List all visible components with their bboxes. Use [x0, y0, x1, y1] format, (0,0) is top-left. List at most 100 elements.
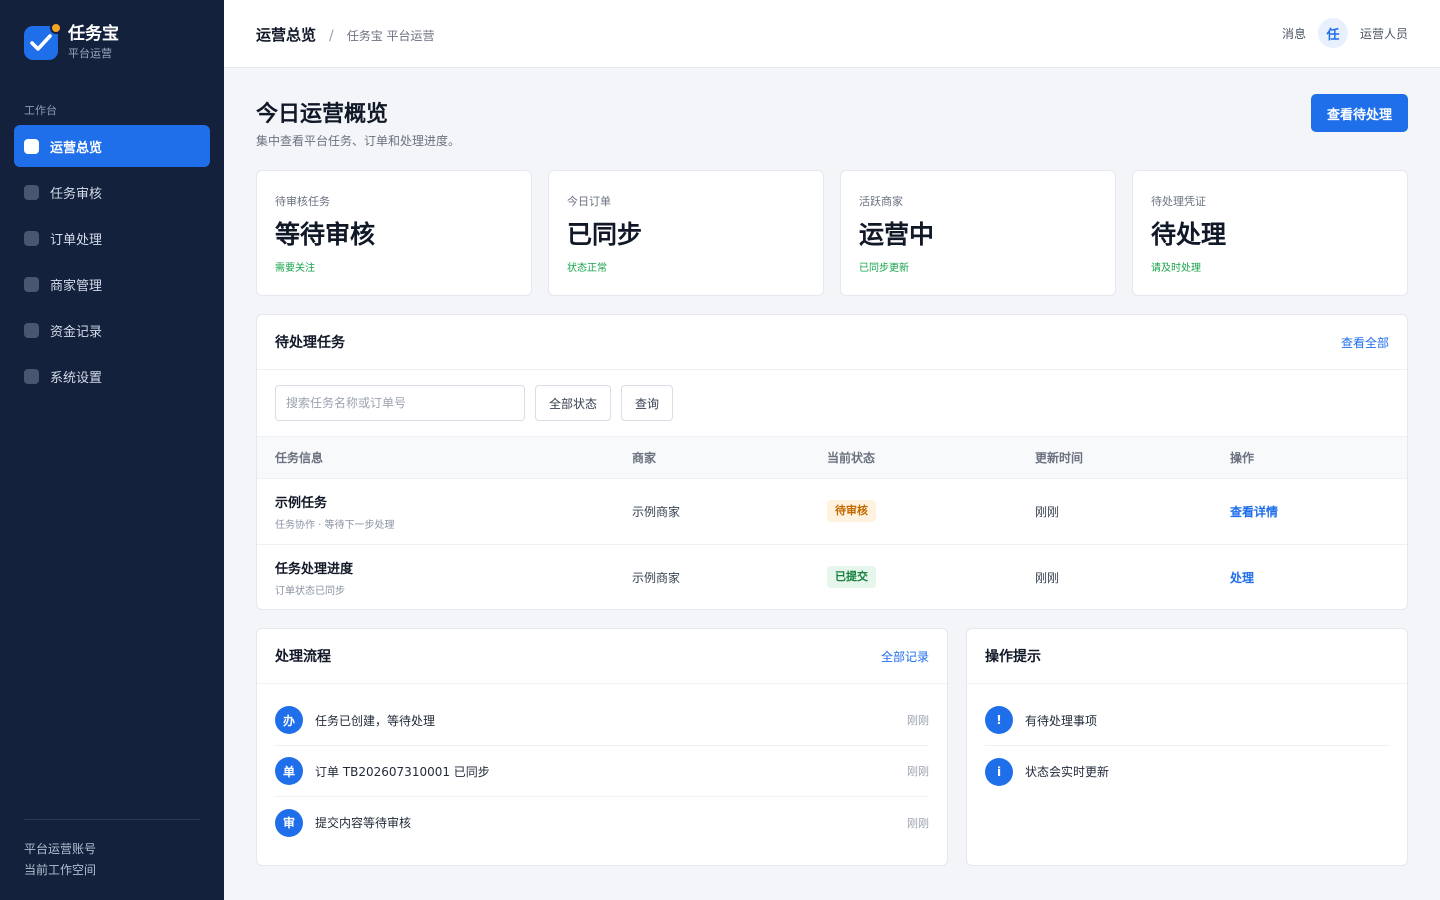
- sidebar-item-funds[interactable]: 资金记录: [14, 309, 210, 351]
- tips-list: ! 有待处理事项 i 状态会实时更新: [967, 684, 1407, 797]
- stat-note: 已同步更新: [859, 263, 909, 274]
- card-header: 操作提示: [967, 629, 1407, 684]
- stat-card-pending-vouchers[interactable]: 待处理凭证 待处理 请及时处理: [1132, 170, 1408, 296]
- info-icon: i: [985, 757, 1013, 786]
- flow-text: 订单 TB202607310001 已同步: [315, 764, 490, 779]
- sidebar-item-label: 系统设置: [50, 370, 103, 386]
- status-badge: 待审核: [827, 500, 876, 522]
- nav-square-icon: [24, 184, 39, 200]
- tasks-table: 任务信息 商家 当前状态 更新时间 操作 示例任务 任务协作 · 等待下一步处理…: [257, 437, 1407, 609]
- stat-note: 需要关注: [275, 263, 315, 274]
- search-input[interactable]: [275, 385, 525, 421]
- stats-row: 待审核任务 等待审核 需要关注 今日订单 已同步 状态正常 活跃商家 运营中 已…: [256, 170, 1408, 296]
- sidebar-section-label: 工作台: [24, 104, 57, 117]
- card-title: 待处理任务: [275, 335, 345, 351]
- sidebar-item-overview[interactable]: 运营总览: [14, 125, 210, 167]
- brand-title: 任务宝: [68, 24, 119, 44]
- sidebar-item-label: 任务审核: [50, 186, 103, 202]
- sidebar-item-label: 资金记录: [50, 324, 103, 340]
- updated-cell: 刚刚: [1035, 570, 1060, 585]
- view-all-link[interactable]: 查看全部: [1341, 334, 1389, 351]
- column-header: 商家: [632, 437, 827, 479]
- sidebar-item-settings[interactable]: 系统设置: [14, 355, 210, 397]
- pending-tasks-card: 待处理任务 查看全部 全部状态 查询 任务信息 商家 当前状态 更新时间 操作: [256, 314, 1408, 610]
- task-description: 任务协作 · 等待下一步处理: [275, 519, 395, 531]
- merchant-cell: 示例商家: [632, 570, 681, 585]
- nav-square-icon: [24, 276, 39, 292]
- flow-text: 任务已创建，等待处理: [315, 713, 436, 728]
- stat-label: 今日订单: [567, 195, 611, 208]
- flow-time: 刚刚: [907, 714, 929, 727]
- task-description: 订单状态已同步: [275, 585, 345, 597]
- sidebar: 任务宝 平台运营 工作台 运营总览 任务审核 订单处理 商家管理 资金记录 系统…: [0, 0, 224, 900]
- flow-list: 办 任务已创建，等待处理 刚刚 单 订单 TB202607310001 已同步 …: [257, 684, 947, 848]
- brand[interactable]: 任务宝 平台运营: [24, 21, 119, 61]
- table-row: 任务处理进度 订单状态已同步 示例商家 已提交 刚刚 处理: [257, 544, 1407, 609]
- task-name: 任务处理进度: [275, 561, 354, 577]
- card-header: 待处理任务 查看全部: [257, 315, 1407, 370]
- operation-tips-card: 操作提示 ! 有待处理事项 i 状态会实时更新: [966, 628, 1408, 866]
- top-header: 运营总览 / 任务宝 平台运营 消息 任 运营人员: [224, 0, 1440, 68]
- updated-cell: 刚刚: [1035, 478, 1230, 545]
- list-item: i 状态会实时更新: [985, 746, 1389, 797]
- table-header-row: 任务信息 商家 当前状态 更新时间 操作: [257, 437, 1407, 479]
- status-filter-button[interactable]: 全部状态: [535, 385, 612, 421]
- tip-text: 状态会实时更新: [1025, 765, 1110, 779]
- list-item: ! 有待处理事项: [985, 684, 1389, 746]
- nav-square-icon: [24, 138, 39, 154]
- sidebar-item-label: 商家管理: [50, 278, 103, 294]
- query-button[interactable]: 查询: [621, 385, 674, 421]
- column-header: 更新时间: [1035, 437, 1230, 479]
- exclamation-icon: !: [985, 706, 1013, 734]
- stat-label: 活跃商家: [859, 195, 903, 208]
- table-row: 示例任务 任务协作 · 等待下一步处理 示例商家 待审核 刚刚 查看详情: [257, 478, 1407, 545]
- nav-square-icon: [24, 368, 39, 384]
- card-header: 处理流程 全部记录: [257, 629, 947, 684]
- view-details-link[interactable]: 查看详情: [1230, 505, 1278, 519]
- flow-text: 提交内容等待审核: [315, 816, 412, 830]
- page-title: 今日运营概览: [256, 102, 389, 127]
- nav-square-icon: [24, 230, 39, 246]
- breadcrumb: 运营总览 / 任务宝 平台运营: [256, 24, 435, 45]
- sidebar-item-label: 运营总览: [50, 140, 103, 156]
- process-link[interactable]: 处理: [1230, 571, 1254, 585]
- stat-note: 请及时处理: [1151, 263, 1201, 274]
- stat-card-pending-review[interactable]: 待审核任务 等待审核 需要关注: [256, 170, 532, 296]
- stat-label: 待审核任务: [275, 195, 330, 208]
- breadcrumb-parent[interactable]: 任务宝 平台运营: [347, 27, 435, 44]
- sidebar-item-orders[interactable]: 订单处理: [14, 217, 210, 259]
- all-records-link[interactable]: 全部记录: [881, 648, 929, 665]
- task-name: 示例任务: [275, 495, 328, 511]
- card-title: 处理流程: [275, 649, 331, 665]
- view-pending-button[interactable]: 查看待处理: [1311, 94, 1408, 132]
- messages-link[interactable]: 消息: [1282, 25, 1306, 42]
- flow-time: 刚刚: [907, 816, 929, 830]
- sidebar-item-task-review[interactable]: 任务审核: [14, 171, 210, 213]
- sidebar-item-label: 订单处理: [50, 232, 103, 248]
- task-filter-bar: 全部状态 查询: [257, 370, 1407, 437]
- breadcrumb-separator: /: [329, 28, 334, 44]
- sidebar-item-merchants[interactable]: 商家管理: [14, 263, 210, 305]
- avatar[interactable]: 任: [1317, 18, 1348, 48]
- list-item: 办 任务已创建，等待处理 刚刚: [275, 684, 929, 746]
- column-header: 当前状态: [827, 437, 1035, 479]
- column-header: 任务信息: [257, 437, 632, 479]
- stat-label: 待处理凭证: [1151, 195, 1206, 208]
- page-subtitle: 集中查看平台任务、订单和处理进度。: [256, 134, 461, 148]
- status-badge: 已提交: [827, 566, 876, 589]
- stat-note: 状态正常: [567, 263, 607, 274]
- merchant-cell: 示例商家: [632, 478, 827, 545]
- stat-value: 等待审核: [275, 220, 376, 249]
- sidebar-nav: 运营总览 任务审核 订单处理 商家管理 资金记录 系统设置: [14, 125, 210, 401]
- footer-account: 平台运营账号: [24, 842, 97, 856]
- flow-time: 刚刚: [907, 765, 929, 778]
- review-icon: 审: [275, 808, 303, 837]
- stat-value: 待处理: [1151, 220, 1227, 249]
- checkmark-logo-icon: [24, 21, 62, 60]
- user-role[interactable]: 运营人员: [1360, 25, 1408, 42]
- card-title: 操作提示: [985, 649, 1041, 665]
- stat-card-active-merchants[interactable]: 活跃商家 运营中 已同步更新: [840, 170, 1116, 296]
- stat-card-today-orders[interactable]: 今日订单 已同步 状态正常: [548, 170, 824, 296]
- stat-value: 运营中: [859, 220, 935, 249]
- nav-square-icon: [24, 322, 39, 338]
